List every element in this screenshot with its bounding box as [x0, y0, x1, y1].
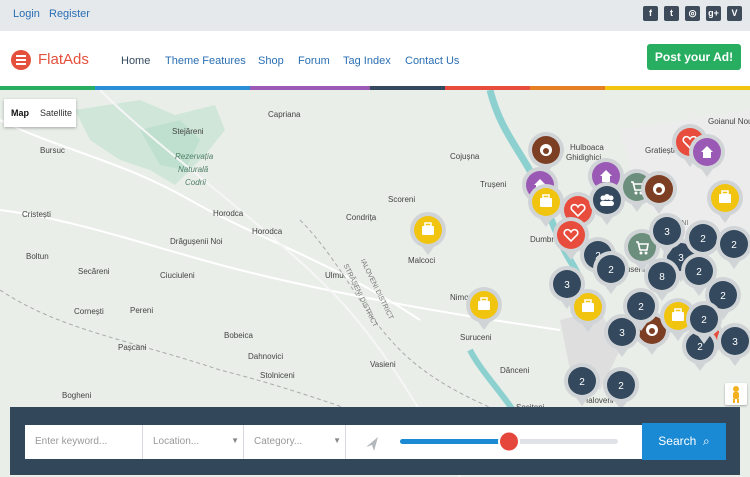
- brand-name[interactable]: FlatAds: [38, 51, 89, 68]
- googleplus-icon[interactable]: g+: [706, 6, 721, 21]
- nav-tag-index[interactable]: Tag Index: [343, 55, 391, 67]
- map-place-label: Hulboaca: [570, 143, 604, 152]
- map-place-label: Cristești: [22, 210, 51, 219]
- listing-marker-github[interactable]: [640, 170, 678, 216]
- map-place-label: Horodca: [213, 209, 244, 218]
- map-place-label: Dănceni: [500, 366, 530, 375]
- map-place-label: Drăgușenii Noi: [170, 237, 223, 246]
- top-bar: [0, 0, 750, 31]
- map-place-label: Ulmu: [325, 271, 344, 280]
- nav-contact-us[interactable]: Contact Us: [405, 55, 459, 67]
- keyword-placeholder: Enter keyword...: [35, 436, 108, 447]
- cluster-count: 8: [659, 272, 665, 283]
- cluster-marker[interactable]: 2: [685, 300, 723, 346]
- map-place-label: Ciuciuleni: [160, 271, 195, 280]
- listing-marker-house[interactable]: [688, 133, 726, 179]
- cluster-marker[interactable]: 2: [715, 225, 750, 271]
- cluster-marker[interactable]: 2: [602, 366, 640, 412]
- facebook-icon[interactable]: f: [643, 6, 658, 21]
- map-type-satellite[interactable]: Satellite: [40, 108, 72, 118]
- group-icon: [600, 194, 614, 206]
- category-select[interactable]: Category... ▼: [244, 425, 346, 459]
- cluster-count: 2: [618, 381, 624, 392]
- login-link[interactable]: Login: [13, 8, 40, 20]
- slider-knob[interactable]: [498, 430, 520, 453]
- slider-fill: [400, 439, 509, 444]
- nav-forum[interactable]: Forum: [298, 55, 330, 67]
- cluster-marker[interactable]: 2: [622, 287, 660, 333]
- map-place-label: Dahnovici: [248, 352, 284, 361]
- register-link[interactable]: Register: [49, 8, 90, 20]
- list-icon[interactable]: [11, 50, 31, 70]
- nav-theme-features[interactable]: Theme Features: [165, 55, 246, 67]
- map-place-label: Pereni: [130, 306, 154, 315]
- map-place-label: Suruceni: [460, 333, 492, 342]
- dribbble-icon[interactable]: ◎: [685, 6, 700, 21]
- cluster-marker[interactable]: 3: [648, 212, 686, 258]
- map-place-label: Capriana: [268, 110, 301, 119]
- map-type-toggle[interactable]: Map Satellite: [4, 99, 76, 127]
- distance-slider[interactable]: [346, 425, 642, 459]
- map-place-label: Stejăreni: [172, 127, 204, 136]
- github-icon: [653, 183, 665, 195]
- location-select[interactable]: Location... ▼: [143, 425, 244, 459]
- twitter-icon[interactable]: t: [664, 6, 679, 21]
- map-place-label: Scoreni: [388, 195, 416, 204]
- nav-shop[interactable]: Shop: [258, 55, 284, 67]
- street-view-pegman-icon[interactable]: [725, 383, 747, 405]
- map-place-label: Condrița: [346, 213, 377, 222]
- keyword-input[interactable]: Enter keyword...: [25, 425, 143, 459]
- cluster-count: 3: [664, 227, 670, 238]
- category-placeholder: Category...: [254, 436, 303, 447]
- map-place-label: Trușeni: [480, 180, 507, 189]
- cluster-count: 2: [701, 315, 707, 326]
- map-place-label: Vasieni: [370, 360, 396, 369]
- chevron-down-icon: ▼: [333, 436, 341, 445]
- map-place-label: Bogheni: [62, 391, 92, 400]
- map-place-label: Stolniceni: [260, 371, 295, 380]
- map-place-label: Rezervația: [175, 152, 214, 161]
- map-place-label: Codrii: [185, 178, 206, 187]
- cluster-count: 2: [696, 267, 702, 278]
- cluster-count: 3: [564, 280, 570, 291]
- map-place-label: Horodca: [252, 227, 283, 236]
- cluster-marker[interactable]: 3: [548, 265, 586, 311]
- map-place-label: Bobeica: [224, 331, 253, 340]
- cluster-count: 2: [608, 265, 614, 276]
- post-ad-button[interactable]: Post your Ad!: [647, 44, 741, 70]
- map-place-label: Cojușna: [450, 152, 480, 161]
- map-place-label: Malcoci: [408, 256, 436, 265]
- listing-marker-suitcase[interactable]: [409, 211, 447, 257]
- location-arrow-icon[interactable]: [366, 437, 378, 451]
- cluster-count: 2: [731, 240, 737, 251]
- search-button[interactable]: Search ⌕: [642, 423, 726, 460]
- cluster-count: 2: [638, 302, 644, 313]
- vimeo-icon[interactable]: V: [727, 6, 742, 21]
- map-place-label: Secăreni: [78, 267, 110, 276]
- listing-marker-suitcase[interactable]: [465, 286, 503, 332]
- github-icon: [540, 144, 552, 156]
- search-icon: ⌕: [699, 434, 710, 448]
- location-placeholder: Location...: [153, 436, 200, 447]
- nav-home[interactable]: Home: [121, 55, 150, 67]
- map-place-label: Boltun: [26, 252, 49, 261]
- map-place-label: Cornești: [74, 307, 104, 316]
- cluster-count: 3: [732, 337, 738, 348]
- map-place-label: Goianul Nou: [708, 117, 750, 126]
- map-type-map[interactable]: Map: [11, 108, 29, 118]
- search-button-label: Search: [658, 434, 697, 448]
- map-place-label: Bursuc: [40, 146, 65, 155]
- cluster-count: 2: [700, 234, 706, 245]
- map-place-label: Naturală: [178, 165, 209, 174]
- cluster-marker[interactable]: 2: [563, 362, 601, 408]
- map-place-label: Pașcani: [118, 343, 147, 352]
- chevron-down-icon: ▼: [231, 436, 239, 445]
- cluster-count: 2: [579, 377, 585, 388]
